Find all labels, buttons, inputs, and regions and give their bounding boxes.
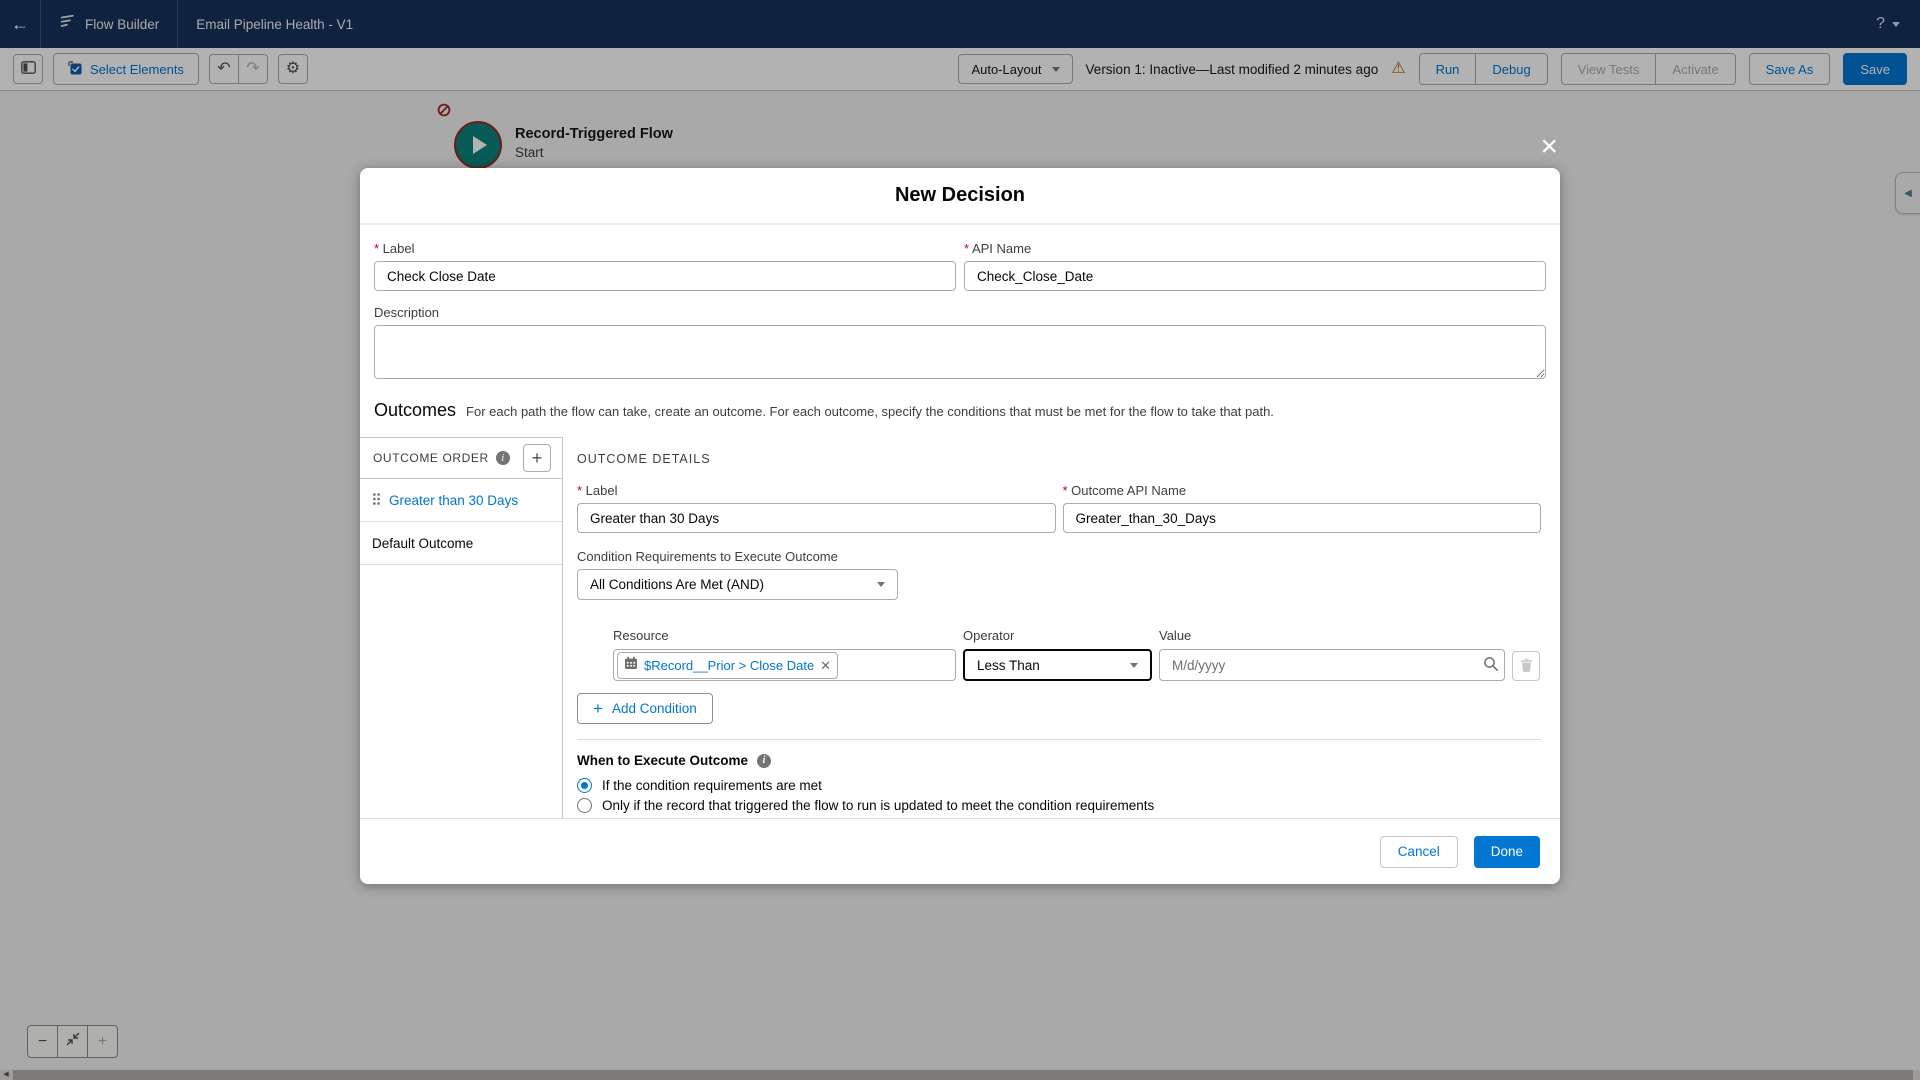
- label-api-row: Label API Name: [374, 241, 1546, 291]
- remove-resource-button[interactable]: ✕: [820, 659, 831, 672]
- flow-builder-screen: ← Flow Builder Email Pipeline Health - V…: [0, 0, 1920, 1080]
- close-icon: ×: [1540, 130, 1558, 163]
- condition-requirements-label: Condition Requirements to Execute Outcom…: [577, 549, 838, 564]
- add-condition-label: Add Condition: [611, 701, 697, 716]
- new-decision-modal-wrap: × New Decision Label API Name De: [360, 132, 1560, 884]
- condition-requirements-select[interactable]: All Conditions Are Met (AND): [577, 569, 898, 600]
- outcome-item-label: Default Outcome: [372, 535, 474, 551]
- outcome-order-sidebar: OUTCOME ORDER i + Greater than 30 Days D…: [360, 437, 563, 818]
- radio-option-label: If the condition requirements are met: [602, 778, 822, 793]
- value-input[interactable]: [1159, 649, 1505, 681]
- plus-icon: +: [593, 699, 603, 718]
- value-cell: Value: [1159, 628, 1505, 681]
- condition-requirements-group: Condition Requirements to Execute Outcom…: [577, 549, 1541, 600]
- resource-cell: Resource $Record__Prior > Close Date ✕: [613, 628, 956, 681]
- outcome-api-group: Outcome API Name: [1062, 483, 1542, 533]
- description-field-group: Description: [374, 305, 1546, 384]
- condition-row: Resource $Record__Prior > Close Date ✕ O…: [613, 628, 1541, 681]
- api-name-field-label: API Name: [964, 241, 1546, 256]
- api-name-field-group: API Name: [964, 241, 1546, 291]
- resource-pill[interactable]: $Record__Prior > Close Date ✕: [617, 651, 839, 679]
- condition-requirements-value: All Conditions Are Met (AND): [590, 577, 765, 592]
- outcome-section: OUTCOME ORDER i + Greater than 30 Days D…: [360, 437, 1560, 818]
- chevron-down-icon: [1130, 662, 1138, 668]
- description-textarea[interactable]: [374, 325, 1546, 379]
- label-field-group: Label: [374, 241, 956, 291]
- modal-body: Label API Name Description Outcomes For …: [360, 225, 1560, 818]
- description-field-label: Description: [374, 305, 440, 320]
- plus-icon: +: [531, 448, 543, 468]
- outcome-order-title: OUTCOME ORDER: [373, 451, 489, 465]
- add-condition-button[interactable]: + Add Condition: [577, 693, 713, 724]
- cancel-button[interactable]: Cancel: [1379, 835, 1458, 868]
- outcome-api-input[interactable]: [1062, 503, 1541, 533]
- label-input[interactable]: [374, 261, 956, 291]
- resource-pill-label: $Record__Prior > Close Date: [644, 657, 815, 673]
- modal-footer: Cancel Done: [360, 818, 1560, 884]
- radio-option-label: Only if the record that triggered the fl…: [602, 798, 1155, 813]
- outcome-api-label: Outcome API Name: [1063, 483, 1542, 498]
- chevron-down-icon: [877, 582, 885, 587]
- outcome-order-header: OUTCOME ORDER i +: [360, 438, 562, 479]
- search-icon[interactable]: [1483, 656, 1499, 675]
- trash-icon: [1520, 658, 1533, 675]
- operator-value: Less Than: [977, 657, 1040, 673]
- value-label: Value: [1159, 628, 1192, 643]
- outcomes-heading: Outcomes: [374, 400, 457, 420]
- value-input-wrap: [1159, 649, 1505, 681]
- when-to-execute-heading: When to Execute Outcome: [577, 753, 749, 768]
- details-divider: [577, 739, 1541, 740]
- outcome-label-api-row: Label Outcome API Name: [577, 483, 1541, 533]
- drag-handle-icon[interactable]: [372, 492, 381, 509]
- when-to-execute-heading-row: When to Execute Outcome i: [577, 753, 1541, 768]
- radio-button[interactable]: [577, 778, 592, 793]
- outcome-item-label: Greater than 30 Days: [389, 492, 519, 508]
- outcome-details-panel: OUTCOME DETAILS Label Outcome API Name: [563, 437, 1560, 818]
- delete-condition-button[interactable]: [1512, 651, 1540, 681]
- calendar-icon: [624, 656, 638, 675]
- done-button[interactable]: Done: [1473, 835, 1540, 868]
- modal-title: New Decision: [894, 184, 1026, 206]
- modal-header: New Decision: [360, 168, 1560, 225]
- new-decision-modal: New Decision Label API Name Description: [360, 168, 1560, 884]
- operator-label: Operator: [963, 628, 1015, 643]
- outcome-list-item-default[interactable]: Default Outcome: [360, 522, 562, 565]
- outcome-details-title: OUTCOME DETAILS: [577, 452, 711, 466]
- label-field-label: Label: [374, 241, 956, 256]
- resource-label: Resource: [613, 628, 669, 643]
- add-outcome-button[interactable]: +: [523, 444, 551, 472]
- api-name-input[interactable]: [964, 261, 1546, 291]
- radio-option[interactable]: Only if the record that triggered the fl…: [577, 798, 1541, 813]
- resource-combobox[interactable]: $Record__Prior > Close Date ✕: [613, 649, 956, 681]
- radio-button[interactable]: [577, 798, 592, 813]
- outcome-label-group: Label: [577, 483, 1056, 533]
- outcomes-subtext: For each path the flow can take, create …: [466, 404, 1274, 419]
- info-icon[interactable]: i: [757, 753, 772, 768]
- outcome-label-label: Label: [577, 483, 1056, 498]
- operator-cell: Operator Less Than: [963, 628, 1152, 681]
- operator-select[interactable]: Less Than: [963, 649, 1152, 681]
- outcome-list-item[interactable]: Greater than 30 Days: [360, 479, 562, 522]
- radio-option[interactable]: If the condition requirements are met: [577, 778, 1541, 793]
- close-modal-button[interactable]: ×: [1540, 132, 1558, 162]
- info-icon[interactable]: i: [495, 451, 510, 465]
- outcome-label-input[interactable]: [577, 503, 1056, 533]
- outcomes-heading-row: Outcomes For each path the flow can take…: [374, 400, 1546, 421]
